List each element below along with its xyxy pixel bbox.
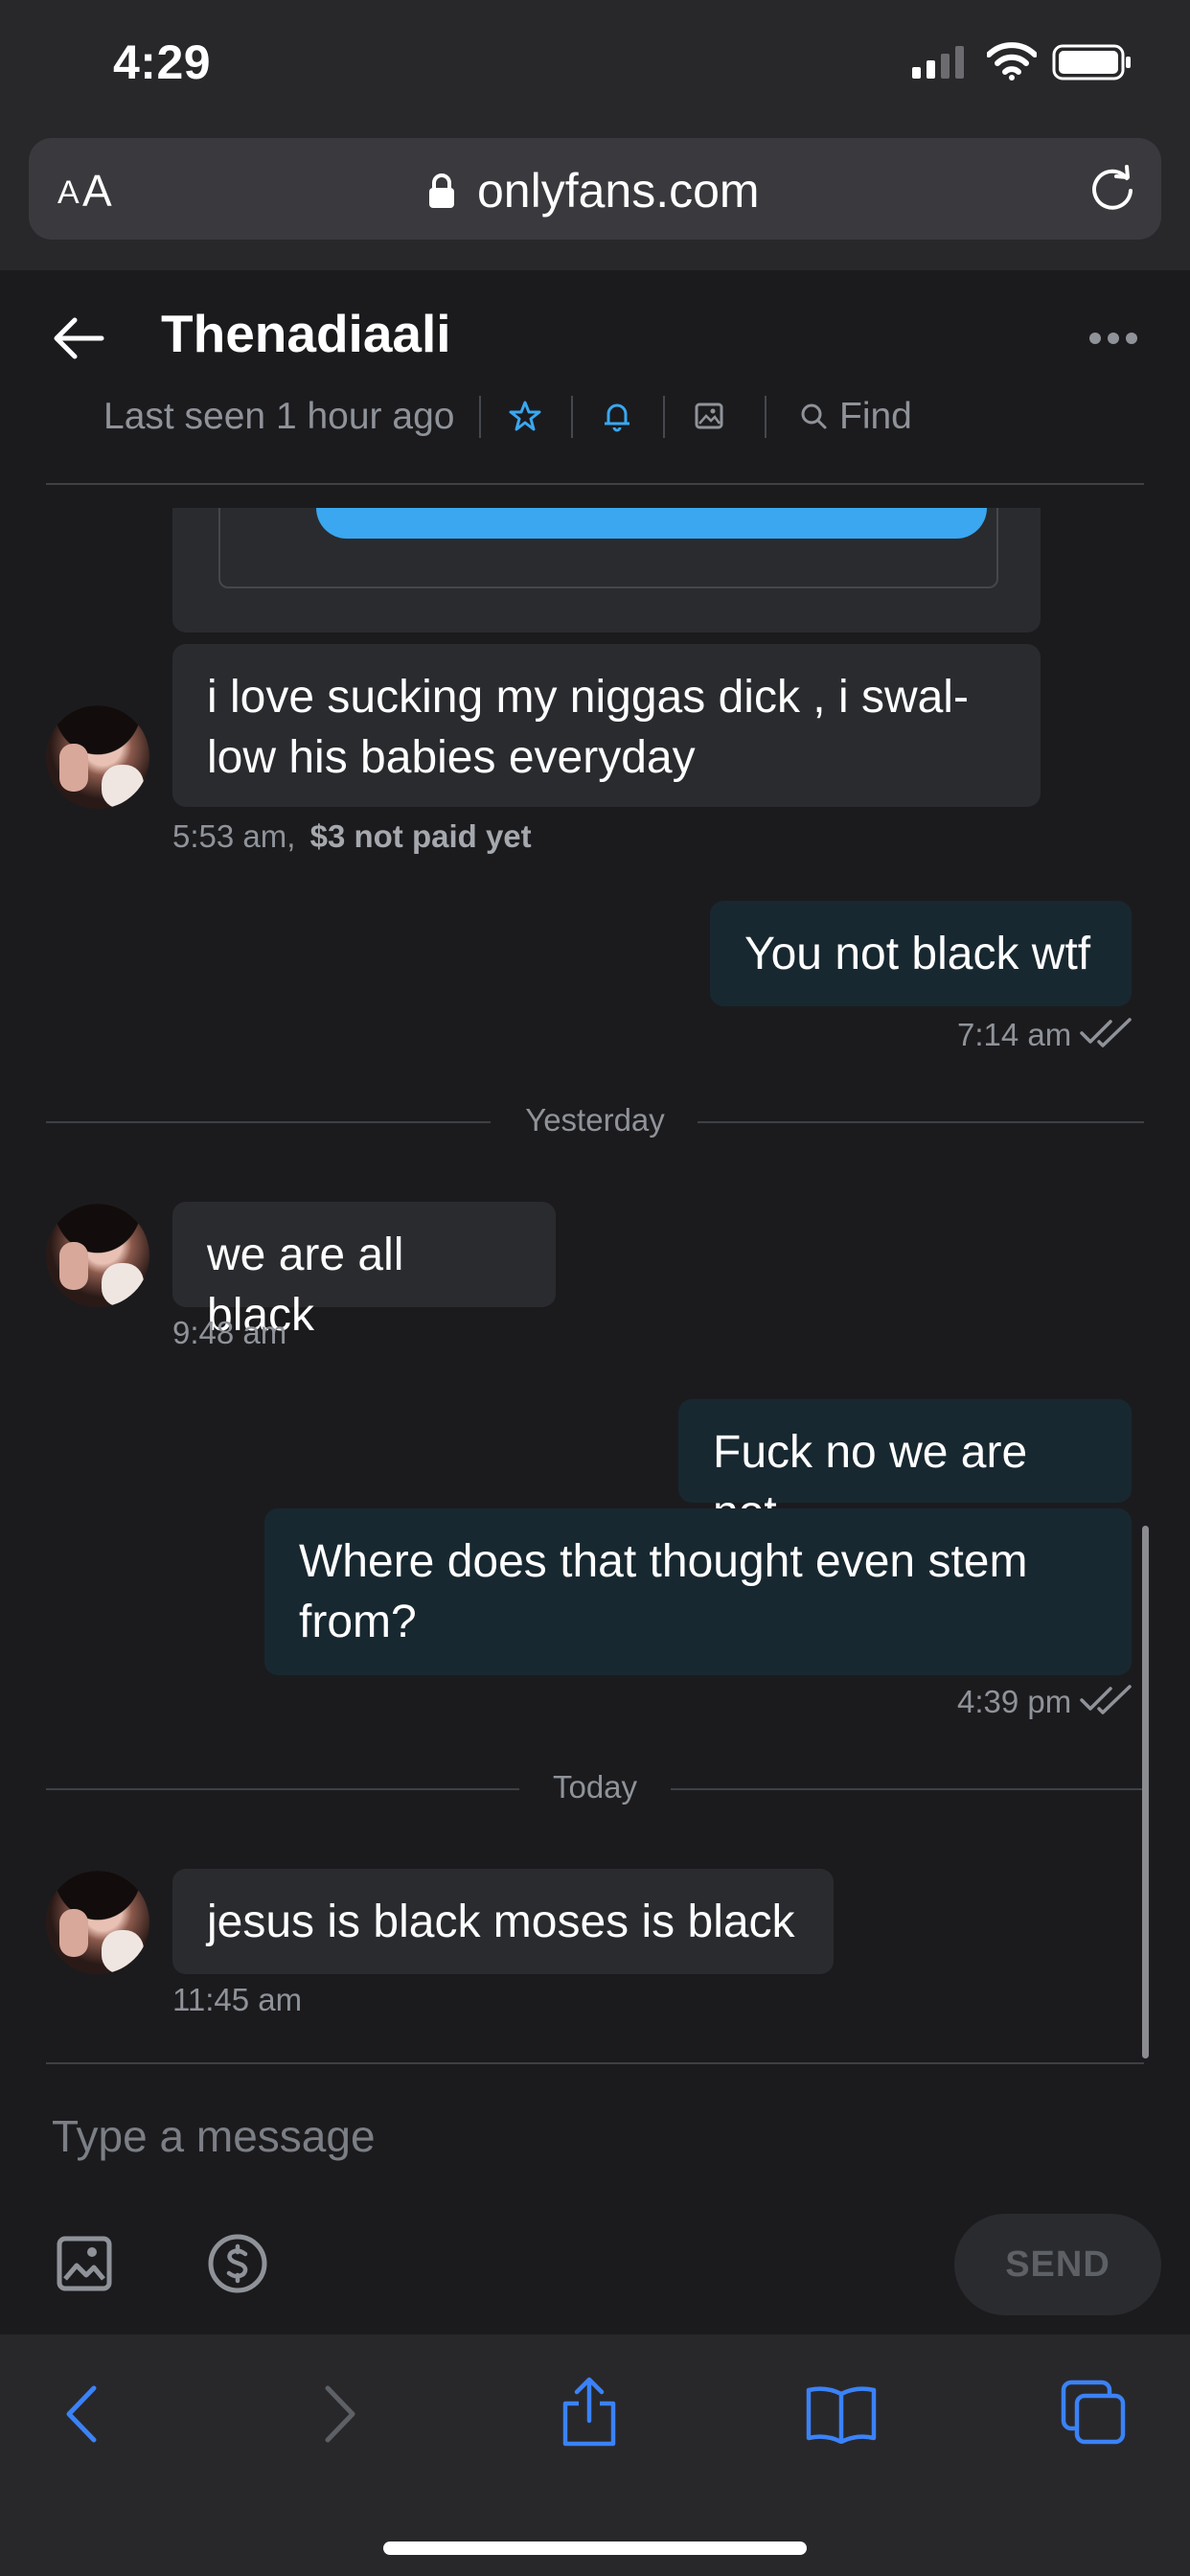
message-time: 5:53 am, $3 not paid yet bbox=[172, 818, 532, 855]
message-text: low his babies everyday bbox=[207, 732, 696, 783]
status-time: 4:29 bbox=[113, 35, 212, 89]
message-timestamp: 9:48 am bbox=[172, 1315, 287, 1350]
star-icon[interactable] bbox=[509, 400, 541, 432]
avatar[interactable] bbox=[46, 1871, 149, 1974]
home-indicator[interactable] bbox=[383, 2542, 807, 2555]
day-divider-label: Today bbox=[552, 1769, 638, 1805]
reload-icon[interactable] bbox=[1088, 165, 1136, 213]
avatar[interactable] bbox=[46, 705, 149, 809]
share-icon[interactable] bbox=[560, 2377, 619, 2448]
send-tip-icon[interactable] bbox=[207, 2233, 268, 2294]
message-text: You not black wtf bbox=[744, 929, 1091, 979]
bell-icon[interactable] bbox=[601, 400, 633, 432]
header-divider bbox=[46, 483, 1144, 485]
tabs-icon[interactable] bbox=[1060, 2379, 1127, 2446]
last-seen-status: Last seen 1 hour ago bbox=[103, 396, 455, 437]
cellular-signal-icon bbox=[912, 46, 966, 79]
forward-chevron-icon[interactable] bbox=[318, 2382, 360, 2446]
message-bubble[interactable]: Where does that thought even stem from? bbox=[264, 1508, 1132, 1675]
media-message-card[interactable] bbox=[172, 508, 1041, 632]
message-bubble[interactable]: i love sucking my niggas dick , i swal- … bbox=[172, 644, 1041, 807]
browser-toolbar bbox=[0, 2334, 1190, 2576]
message-timestamp: 7:14 am bbox=[957, 1017, 1072, 1052]
contact-name[interactable]: Thenadiaali bbox=[161, 303, 451, 364]
day-divider: Yesterday bbox=[46, 1102, 1144, 1140]
message-bubble[interactable]: jesus is black moses is black bbox=[172, 1869, 834, 1974]
price-note: $3 not paid yet bbox=[309, 818, 532, 854]
composer-divider bbox=[46, 2062, 1144, 2064]
find-button[interactable]: Find bbox=[839, 396, 912, 438]
more-options-icon[interactable] bbox=[1088, 332, 1138, 345]
battery-icon bbox=[1052, 44, 1133, 80]
message-text: Where does that thought even stem bbox=[299, 1536, 1028, 1587]
media-preview-frame bbox=[218, 508, 998, 588]
message-timestamp: 11:45 am bbox=[172, 1982, 303, 2017]
message-timestamp: 4:39 pm bbox=[957, 1684, 1072, 1719]
divider bbox=[571, 396, 573, 438]
read-receipt-icon bbox=[1080, 1685, 1133, 1715]
image-attach-icon[interactable] bbox=[56, 2235, 113, 2292]
divider bbox=[663, 396, 665, 438]
lock-icon bbox=[427, 172, 456, 209]
chat-subheader: Last seen 1 hour ago Find bbox=[103, 388, 1157, 446]
message-bubble[interactable]: Fuck no we are not bbox=[678, 1399, 1132, 1538]
message-text: from? bbox=[299, 1597, 417, 1647]
text-size-large-label[interactable]: A bbox=[82, 165, 112, 217]
back-chevron-icon[interactable] bbox=[61, 2382, 103, 2446]
day-divider-label: Yesterday bbox=[525, 1102, 665, 1138]
unlock-media-button[interactable] bbox=[316, 508, 987, 539]
message-timestamp: 5:53 am, bbox=[172, 818, 296, 854]
day-divider: Today bbox=[46, 1769, 1144, 1807]
bookmarks-icon[interactable] bbox=[805, 2384, 878, 2444]
browser-chrome: 4:29 A A onlyfans.com bbox=[0, 0, 1190, 270]
scrollbar[interactable] bbox=[1142, 1526, 1149, 2058]
divider bbox=[479, 396, 481, 438]
gallery-icon[interactable] bbox=[693, 400, 725, 432]
text-size-small-label[interactable]: A bbox=[57, 174, 80, 212]
read-receipt-icon bbox=[1080, 1018, 1133, 1048]
message-input[interactable] bbox=[52, 2103, 914, 2170]
send-button[interactable]: SEND bbox=[954, 2214, 1161, 2315]
url-text[interactable]: onlyfans.com bbox=[477, 163, 760, 218]
back-arrow-icon[interactable] bbox=[52, 316, 105, 360]
wifi-icon bbox=[987, 42, 1037, 80]
search-icon[interactable] bbox=[797, 400, 830, 432]
address-bar[interactable]: A A onlyfans.com bbox=[29, 138, 1161, 240]
divider bbox=[765, 396, 767, 438]
message-bubble[interactable]: we are all black bbox=[172, 1202, 556, 1341]
avatar[interactable] bbox=[46, 1204, 149, 1307]
message-bubble[interactable]: You not black wtf bbox=[710, 901, 1132, 1006]
message-text: i love sucking my niggas dick , i swal- bbox=[207, 672, 969, 723]
message-text: jesus is black moses is black bbox=[207, 1897, 795, 1947]
